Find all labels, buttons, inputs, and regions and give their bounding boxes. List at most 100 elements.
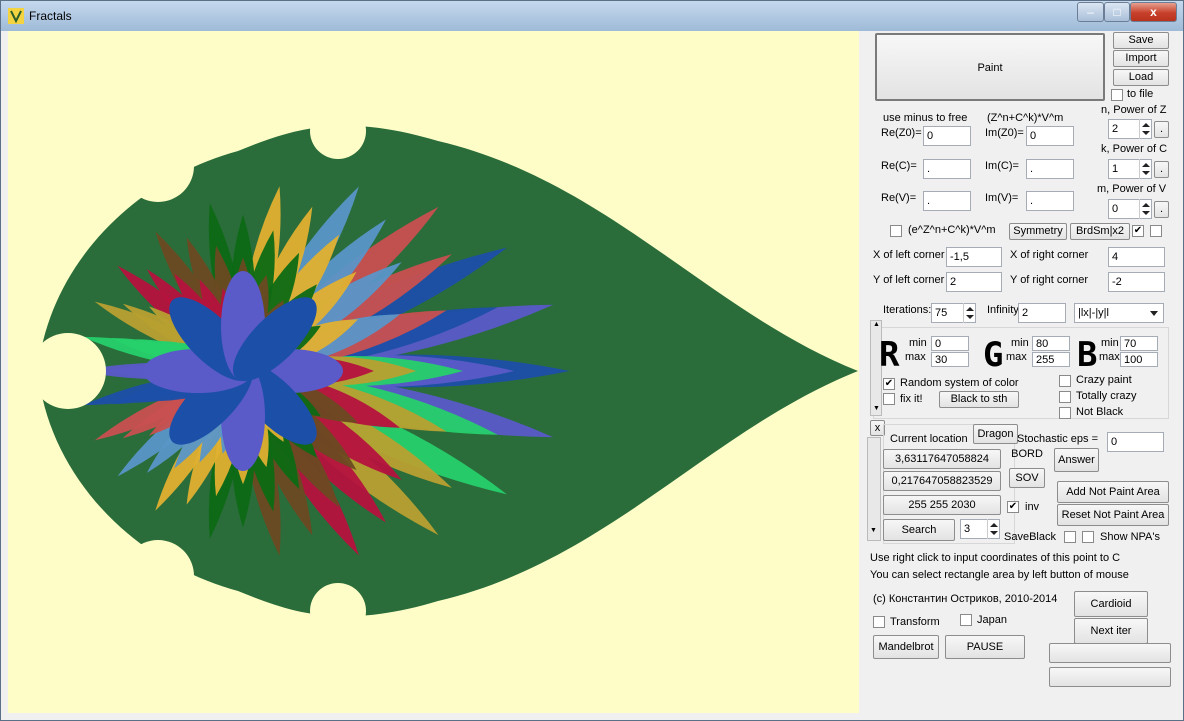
not-black-checkbox[interactable]: [1059, 407, 1071, 419]
japan-label: Japan: [977, 614, 1007, 626]
x-right-input[interactable]: 4: [1108, 247, 1165, 267]
r-max-spin[interactable]: 30: [931, 352, 969, 367]
sov-button[interactable]: SOV: [1009, 468, 1045, 488]
re-v-input[interactable]: .: [923, 191, 971, 211]
hint-select-area: You can select rectangle area by left bu…: [870, 569, 1129, 581]
r-max-label: max: [905, 351, 926, 363]
to-file-label: to file: [1127, 88, 1154, 100]
r-channel-letter: R: [879, 335, 900, 375]
brdsm-checkbox[interactable]: ✔: [1132, 225, 1144, 237]
dragon-button[interactable]: Dragon: [973, 424, 1018, 444]
b-channel-letter: B: [1077, 335, 1098, 375]
rgb-button[interactable]: 255 255 2030: [883, 495, 1001, 515]
b-max-spin[interactable]: 100: [1120, 352, 1158, 367]
power-c-label: k, Power of C: [1101, 143, 1168, 155]
power-z-spin-arrows[interactable]: [1139, 119, 1151, 139]
next-iter-button[interactable]: Next iter: [1074, 618, 1148, 644]
title-bar[interactable]: Fractals – □ x: [1, 1, 1183, 31]
fractal-canvas[interactable]: [8, 31, 859, 713]
mandelbrot-button[interactable]: Mandelbrot: [873, 635, 939, 659]
im-z0-input[interactable]: 0: [1026, 126, 1074, 146]
inv-checkbox[interactable]: ✔: [1007, 501, 1019, 513]
fractal-bulb-gap: [30, 333, 106, 409]
y-left-input[interactable]: 2: [946, 272, 1002, 292]
current-location-label: Current location: [890, 433, 968, 445]
totally-crazy-checkbox[interactable]: [1059, 391, 1071, 403]
coord-x-button[interactable]: 3,63117647058824: [883, 449, 1001, 469]
x-right-label: X of right corner: [1010, 249, 1089, 261]
coord-y-button[interactable]: 0,217647058823529: [883, 471, 1001, 491]
location-scroll-down-icon[interactable]: ▼: [870, 527, 877, 534]
add-npa-button[interactable]: Add Not Paint Area: [1057, 481, 1169, 503]
transform-checkbox[interactable]: [873, 616, 885, 628]
x-left-input[interactable]: -1,5: [946, 247, 1002, 267]
r-min-label: min: [909, 337, 927, 349]
fractal-bulb-gap: [310, 103, 366, 159]
random-color-checkbox[interactable]: ✔: [883, 378, 895, 390]
formula-hint: use minus to free: [883, 112, 968, 124]
show-npa-checkbox[interactable]: [1082, 531, 1094, 543]
fix-it-checkbox[interactable]: [883, 393, 895, 405]
x-left-label: X of left corner: [873, 249, 945, 261]
power-c-dot-button[interactable]: .: [1154, 161, 1169, 178]
control-panel: Paint Save Import Load to file use minus…: [859, 31, 1179, 713]
cardioid-button[interactable]: Cardioid: [1074, 591, 1148, 617]
japan-checkbox[interactable]: [960, 614, 972, 626]
im-v-input[interactable]: .: [1026, 191, 1074, 211]
answer-button[interactable]: Answer: [1054, 448, 1099, 472]
y-right-input[interactable]: -2: [1108, 272, 1165, 292]
paint-button[interactable]: Paint: [875, 33, 1105, 101]
load-button[interactable]: Load: [1113, 69, 1169, 86]
window-title: Fractals: [29, 9, 72, 23]
brdsm-button[interactable]: BrdSm|x2: [1070, 223, 1130, 240]
search-button[interactable]: Search: [883, 519, 955, 541]
g-channel-letter: G: [983, 335, 1004, 375]
minimize-button[interactable]: –: [1077, 2, 1104, 22]
re-z0-input[interactable]: 0: [923, 126, 971, 146]
close-button[interactable]: x: [1130, 2, 1177, 22]
crazy-paint-label: Crazy paint: [1076, 374, 1132, 386]
black-to-sth-button[interactable]: Black to sth: [939, 391, 1019, 408]
power-z-dot-button[interactable]: .: [1154, 121, 1169, 138]
power-c-spin-arrows[interactable]: [1139, 159, 1151, 179]
blank-button-2[interactable]: [1049, 667, 1171, 687]
symmetry-button[interactable]: Symmetry: [1009, 223, 1067, 240]
infinity-input[interactable]: 2: [1018, 303, 1066, 323]
power-z-label: n, Power of Z: [1101, 104, 1167, 116]
crazy-paint-checkbox[interactable]: [1059, 375, 1071, 387]
im-c-input[interactable]: .: [1026, 159, 1074, 179]
pause-button[interactable]: PAUSE: [945, 635, 1025, 659]
import-button[interactable]: Import: [1113, 50, 1169, 67]
r-min-spin[interactable]: 0: [931, 336, 969, 351]
blank-button-1[interactable]: [1049, 643, 1171, 663]
re-c-label: Re(C)=: [881, 160, 917, 172]
exp-formula-label: (e^Z^n+C^k)*V^m: [908, 224, 996, 236]
inv-label: inv: [1025, 501, 1040, 513]
g-max-spin[interactable]: 255: [1032, 352, 1070, 367]
bord-button[interactable]: BORD: [1009, 447, 1045, 465]
to-file-checkbox[interactable]: [1111, 89, 1123, 101]
b-min-spin[interactable]: 70: [1120, 336, 1158, 351]
formula-label: (Z^n+C^k)*V^m: [987, 112, 1064, 124]
power-v-dot-button[interactable]: .: [1154, 201, 1169, 218]
re-v-label: Re(V)=: [881, 192, 917, 204]
fractal-bulb-gap: [310, 583, 366, 639]
scroll-down-icon[interactable]: ▼: [873, 405, 880, 412]
save-button[interactable]: Save: [1113, 32, 1169, 49]
iterations-spin-arrows[interactable]: [963, 303, 975, 323]
power-v-spin-arrows[interactable]: [1139, 199, 1151, 219]
saveblack-checkbox[interactable]: [1064, 531, 1076, 543]
not-black-label: Not Black: [1076, 406, 1124, 418]
maximize-button[interactable]: □: [1104, 2, 1130, 22]
totally-crazy-label: Totally crazy: [1076, 390, 1137, 402]
chevron-down-icon[interactable]: [1150, 311, 1158, 316]
brdsm-checkbox-2[interactable]: [1150, 225, 1162, 237]
reset-npa-button[interactable]: Reset Not Paint Area: [1057, 504, 1169, 526]
stochastic-input[interactable]: 0: [1107, 432, 1164, 452]
g-min-spin[interactable]: 80: [1032, 336, 1070, 351]
location-scrollbar[interactable]: [867, 437, 881, 541]
scroll-up-icon[interactable]: ▲: [873, 321, 880, 328]
search-spin-arrows[interactable]: [987, 519, 999, 539]
exp-formula-checkbox[interactable]: [890, 225, 902, 237]
re-c-input[interactable]: .: [923, 159, 971, 179]
